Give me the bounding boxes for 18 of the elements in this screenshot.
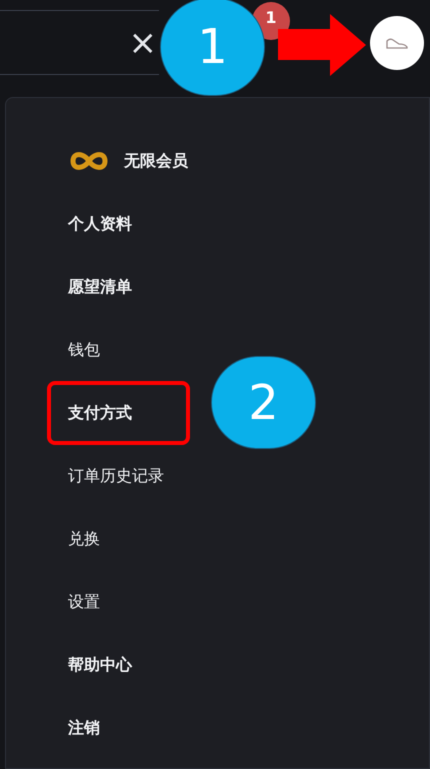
menu-item[interactable]: 注销 (68, 718, 100, 736)
menu-item[interactable]: 支付方式 (68, 402, 132, 422)
menu-item[interactable]: 订单历史记录 (68, 466, 164, 484)
menu-item[interactable]: 帮助中心 (68, 654, 132, 674)
menu-item[interactable]: 设置 (68, 592, 100, 610)
menu-item[interactable]: 个人资料 (68, 214, 132, 232)
menu-item[interactable]: 钱包 (68, 340, 100, 358)
search-field[interactable]: × (0, 10, 159, 75)
menu-item[interactable]: 兑换 (68, 528, 100, 548)
infinity-icon (68, 150, 110, 172)
step-marker: 1 (160, 0, 265, 96)
clear-button[interactable]: × (128, 26, 157, 60)
shoe-icon (385, 36, 409, 50)
menu-item[interactable]: 无限会员 (124, 148, 188, 172)
menu-item[interactable]: 愿望清单 (68, 276, 132, 296)
avatar[interactable] (370, 16, 424, 70)
step-marker: 2 (211, 356, 316, 449)
arrow-icon (278, 14, 366, 76)
